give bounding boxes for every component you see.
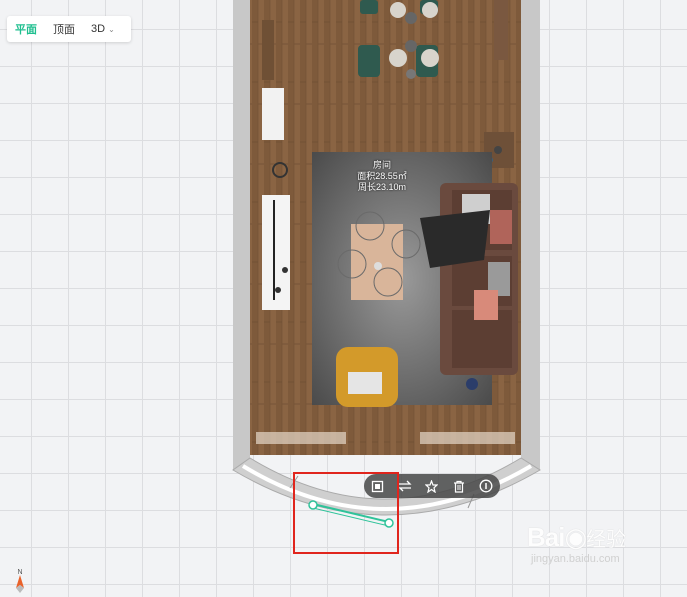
- flip-icon: [398, 480, 412, 492]
- outer-wall-right: [521, 0, 540, 470]
- cabinet: [262, 88, 284, 140]
- room-perimeter: 周长23.10m: [357, 182, 407, 192]
- shelf: [262, 195, 290, 310]
- flip-button[interactable]: [396, 477, 414, 495]
- outer-wall: [233, 0, 250, 470]
- floor-plan-canvas[interactable]: [0, 0, 687, 597]
- compass-icon[interactable]: N: [8, 566, 32, 594]
- info-button[interactable]: [477, 477, 495, 495]
- object-action-bar: [364, 474, 500, 498]
- copy-icon: [371, 480, 384, 492]
- window-handle-right: [384, 518, 394, 528]
- window-handle-left: [308, 500, 318, 510]
- room-area: 面积28.55㎡: [357, 171, 407, 181]
- copy-button[interactable]: [369, 477, 387, 495]
- baidu-watermark: Bai◉经验 jingyan.baidu.com: [527, 522, 626, 565]
- favorite-icon: [425, 479, 439, 493]
- room-name: 房间: [372, 160, 391, 170]
- room-info-label[interactable]: 房间 面积28.55㎡ 周长23.10m: [352, 160, 412, 193]
- favorite-button[interactable]: [423, 477, 441, 495]
- watermark-brand-tail: 经验: [586, 529, 627, 551]
- paw-icon: ◉: [564, 522, 587, 552]
- compass-label: N: [17, 569, 22, 576]
- delete-button[interactable]: [450, 477, 468, 495]
- info-icon: [479, 479, 493, 493]
- delete-icon: [454, 480, 465, 493]
- watermark-logo: Bai: [527, 522, 565, 552]
- watermark-url: jingyan.baidu.com: [531, 553, 620, 565]
